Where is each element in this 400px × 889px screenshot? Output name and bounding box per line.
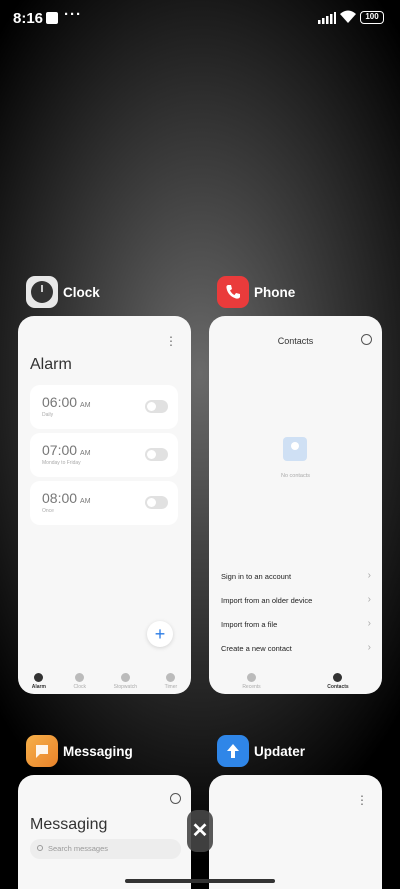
phone-app-icon [217, 276, 249, 308]
settings-icon[interactable] [170, 793, 181, 804]
alarm-toggle[interactable] [145, 496, 168, 509]
chevron-right-icon: › [367, 570, 371, 581]
phone-app-name: Phone [254, 284, 296, 300]
tab-stopwatch[interactable]: Stopwatch [114, 673, 137, 690]
bottom-nav: Recents Contacts [209, 673, 382, 690]
alarm-item[interactable]: 08:00 AM Once [30, 481, 178, 525]
import-device-action[interactable]: Import from an older device › [221, 594, 373, 612]
alarm-repeat: Once [42, 508, 54, 514]
alarm-repeat: Daily [42, 412, 54, 418]
bottom-nav: Alarm Clock Stopwatch Timer [18, 673, 191, 690]
phone-icon [246, 673, 256, 682]
alarm-toggle[interactable] [145, 400, 168, 413]
page-title: Messaging [30, 816, 108, 833]
home-indicator[interactable] [125, 879, 275, 883]
clock-app-name: Clock [63, 284, 100, 300]
messaging-card[interactable]: Messaging Search messages [18, 775, 191, 889]
tab-recents[interactable]: Recents [242, 673, 261, 690]
chevron-right-icon: › [367, 642, 371, 653]
alarm-icon [34, 673, 44, 682]
chevron-right-icon: › [367, 594, 371, 605]
alarm-toggle[interactable] [145, 448, 168, 461]
tab-alarm[interactable]: Alarm [32, 673, 46, 690]
wifi-icon [340, 10, 356, 23]
notification-icon [46, 12, 58, 24]
more-icon: ⋮ [165, 334, 177, 348]
stopwatch-icon [120, 673, 130, 682]
more-notifications-icon: ··· [64, 6, 82, 23]
alarm-time: 07:00 AM [42, 442, 91, 458]
person-icon [333, 673, 343, 682]
messaging-app-header[interactable]: Messaging [26, 735, 133, 767]
more-icon: ⋮ [356, 793, 368, 807]
add-alarm-button[interactable]: + [147, 621, 173, 647]
alarm-time: 08:00 AM [42, 490, 91, 506]
hourglass-icon [166, 673, 176, 682]
status-time: 8:16 [13, 10, 44, 27]
sign-in-action[interactable]: Sign in to an account › [221, 570, 373, 588]
phone-card[interactable]: Contacts No contacts Sign in to an accou… [209, 316, 382, 694]
alarm-item[interactable]: 07:00 AM Monday to Friday [30, 433, 178, 477]
empty-contacts-icon [283, 437, 307, 461]
phone-app-header[interactable]: Phone [217, 276, 295, 308]
updater-app-header[interactable]: Updater [217, 735, 305, 767]
signal-icon [318, 12, 336, 24]
alarm-item[interactable]: 06:00 AM Daily [30, 385, 178, 429]
clear-all-button[interactable]: ✕ [187, 810, 213, 852]
updater-card[interactable]: ⋮ [209, 775, 382, 889]
empty-state-text: No contacts [280, 473, 311, 479]
page-title: Alarm [30, 356, 72, 373]
clock-icon [75, 673, 85, 682]
import-file-action[interactable]: Import from a file › [221, 618, 373, 636]
clock-app-icon [26, 276, 58, 308]
search-input[interactable]: Search messages [30, 839, 181, 859]
battery-icon: 100 [360, 11, 384, 24]
tab-clock[interactable]: Clock [74, 673, 86, 690]
clock-card[interactable]: ⋮ Alarm 06:00 AM Daily 07:00 AM Monday to … [18, 316, 191, 694]
messaging-app-name: Messaging [63, 743, 133, 759]
alarm-repeat: Monday to Friday [42, 460, 81, 466]
updater-app-name: Updater [254, 743, 306, 759]
updater-app-icon [217, 735, 249, 767]
chevron-right-icon: › [367, 618, 371, 629]
tab-timer[interactable]: Timer [165, 673, 177, 690]
messaging-app-icon [26, 735, 58, 767]
settings-icon[interactable] [361, 334, 372, 345]
page-title: Contacts [277, 336, 314, 346]
tab-contacts[interactable]: Contacts [327, 673, 349, 690]
create-contact-action[interactable]: Create a new contact › [221, 642, 373, 660]
clock-app-header[interactable]: Clock [26, 276, 100, 308]
search-icon [37, 845, 43, 851]
alarm-time: 06:00 AM [42, 394, 91, 410]
status-bar: 8:16 ··· 100 [0, 0, 400, 36]
